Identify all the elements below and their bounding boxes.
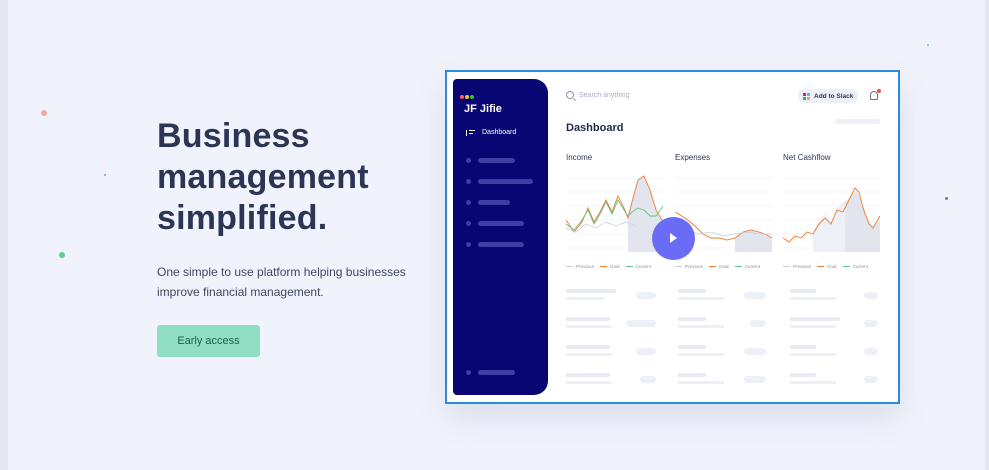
legend-label: Goal — [609, 264, 620, 269]
table-row — [566, 373, 880, 387]
sidebar-item[interactable] — [466, 370, 515, 375]
nav-placeholder — [478, 370, 515, 375]
nav-dot-icon — [466, 179, 471, 184]
legend-label: Current — [635, 264, 651, 269]
legend-item-current: Current — [625, 264, 651, 269]
sidebar-item-dashboard[interactable]: Dashboard — [466, 129, 516, 136]
left-frame — [0, 0, 8, 470]
legend-label: Current — [852, 264, 868, 269]
legend-label: Current — [744, 264, 760, 269]
decor-dot-cyan — [927, 44, 929, 46]
nav-dot-icon — [466, 200, 471, 205]
table-row — [566, 317, 880, 331]
hero-subtitle: One simple to use platform helping busin… — [157, 265, 406, 299]
sidebar-item[interactable] — [466, 158, 515, 163]
nav-dot-icon — [466, 221, 471, 226]
legend-item-current: Current — [734, 264, 760, 269]
bell-icon[interactable] — [870, 89, 881, 100]
close-dot-icon — [460, 95, 464, 99]
income-sparkline — [566, 175, 663, 252]
nav-placeholder — [478, 158, 515, 163]
legend-swatch — [599, 265, 607, 268]
legend-item-current: Current — [842, 264, 868, 269]
legend-label: Goal — [826, 264, 837, 269]
sidebar-item[interactable] — [466, 221, 524, 226]
search-placeholder: Search anything — [579, 91, 630, 99]
slack-icon — [803, 92, 810, 100]
nav-placeholder — [478, 221, 524, 226]
table-row — [566, 345, 880, 359]
legend-label: Previous — [576, 264, 594, 269]
legend-item-goal: Goal — [708, 264, 729, 269]
minimize-dot-icon — [465, 95, 469, 99]
page-title: Dashboard — [566, 122, 624, 134]
hero-title: Business management simplified. — [157, 117, 369, 237]
income-title: Income — [566, 153, 593, 162]
early-access-button[interactable]: Early access — [157, 325, 260, 357]
dashboard-icon — [466, 129, 475, 136]
dashboard-preview: JF Jifie Dashboard Search anything Add t… — [445, 70, 900, 404]
legend-swatch — [816, 265, 824, 268]
sidebar-item[interactable] — [466, 200, 510, 205]
nav-dot-icon — [466, 158, 471, 163]
window-controls — [460, 86, 475, 104]
date-picker-placeholder — [835, 119, 880, 124]
play-video-button[interactable] — [652, 217, 695, 260]
legend-label: Previous — [793, 264, 811, 269]
maximize-dot-icon — [470, 95, 474, 99]
app-logo: JF Jifie — [464, 103, 502, 115]
app-sidebar: JF Jifie Dashboard — [453, 79, 548, 395]
legend-label: Previous — [685, 264, 703, 269]
nav-placeholder — [478, 242, 524, 247]
decor-dot-pink — [41, 110, 47, 116]
expenses-title: Expenses — [675, 153, 711, 162]
decor-dot-teal — [104, 174, 106, 176]
legend-swatch — [625, 265, 633, 268]
table-row — [566, 289, 880, 303]
sidebar-item[interactable] — [466, 179, 533, 184]
right-frame — [985, 0, 989, 470]
search-icon — [566, 91, 574, 99]
legend-item-goal: Goal — [816, 264, 837, 269]
legend-item-previous: Previous — [675, 264, 703, 269]
net-cashflow-sparkline — [783, 177, 880, 252]
expenses-legend: Previous Goal Current — [675, 264, 766, 269]
slack-label: Add to Slack — [814, 92, 854, 100]
legend-swatch — [783, 265, 790, 268]
decor-dot-green — [59, 252, 65, 258]
decor-dot-blue — [945, 197, 948, 200]
net-cashflow-title: Net Cashflow — [783, 153, 831, 162]
legend-label: Goal — [718, 264, 729, 269]
legend-item-previous: Previous — [566, 264, 594, 269]
legend-swatch — [708, 265, 716, 268]
sidebar-item[interactable] — [466, 242, 524, 247]
nav-dot-icon — [466, 370, 471, 375]
nav-dot-icon — [466, 242, 471, 247]
legend-item-goal: Goal — [599, 264, 620, 269]
legend-swatch — [675, 265, 682, 268]
search-input[interactable]: Search anything — [566, 91, 630, 99]
income-legend: Previous Goal Current — [566, 264, 657, 269]
nav-placeholder — [478, 200, 510, 205]
legend-item-previous: Previous — [783, 264, 811, 269]
legend-swatch — [566, 265, 573, 268]
sidebar-item-label: Dashboard — [482, 129, 517, 136]
legend-swatch — [734, 265, 742, 268]
net-cashflow-legend: Previous Goal Current — [783, 264, 874, 269]
add-to-slack-button[interactable]: Add to Slack — [798, 89, 859, 103]
nav-placeholder — [478, 179, 533, 184]
legend-swatch — [842, 265, 850, 268]
